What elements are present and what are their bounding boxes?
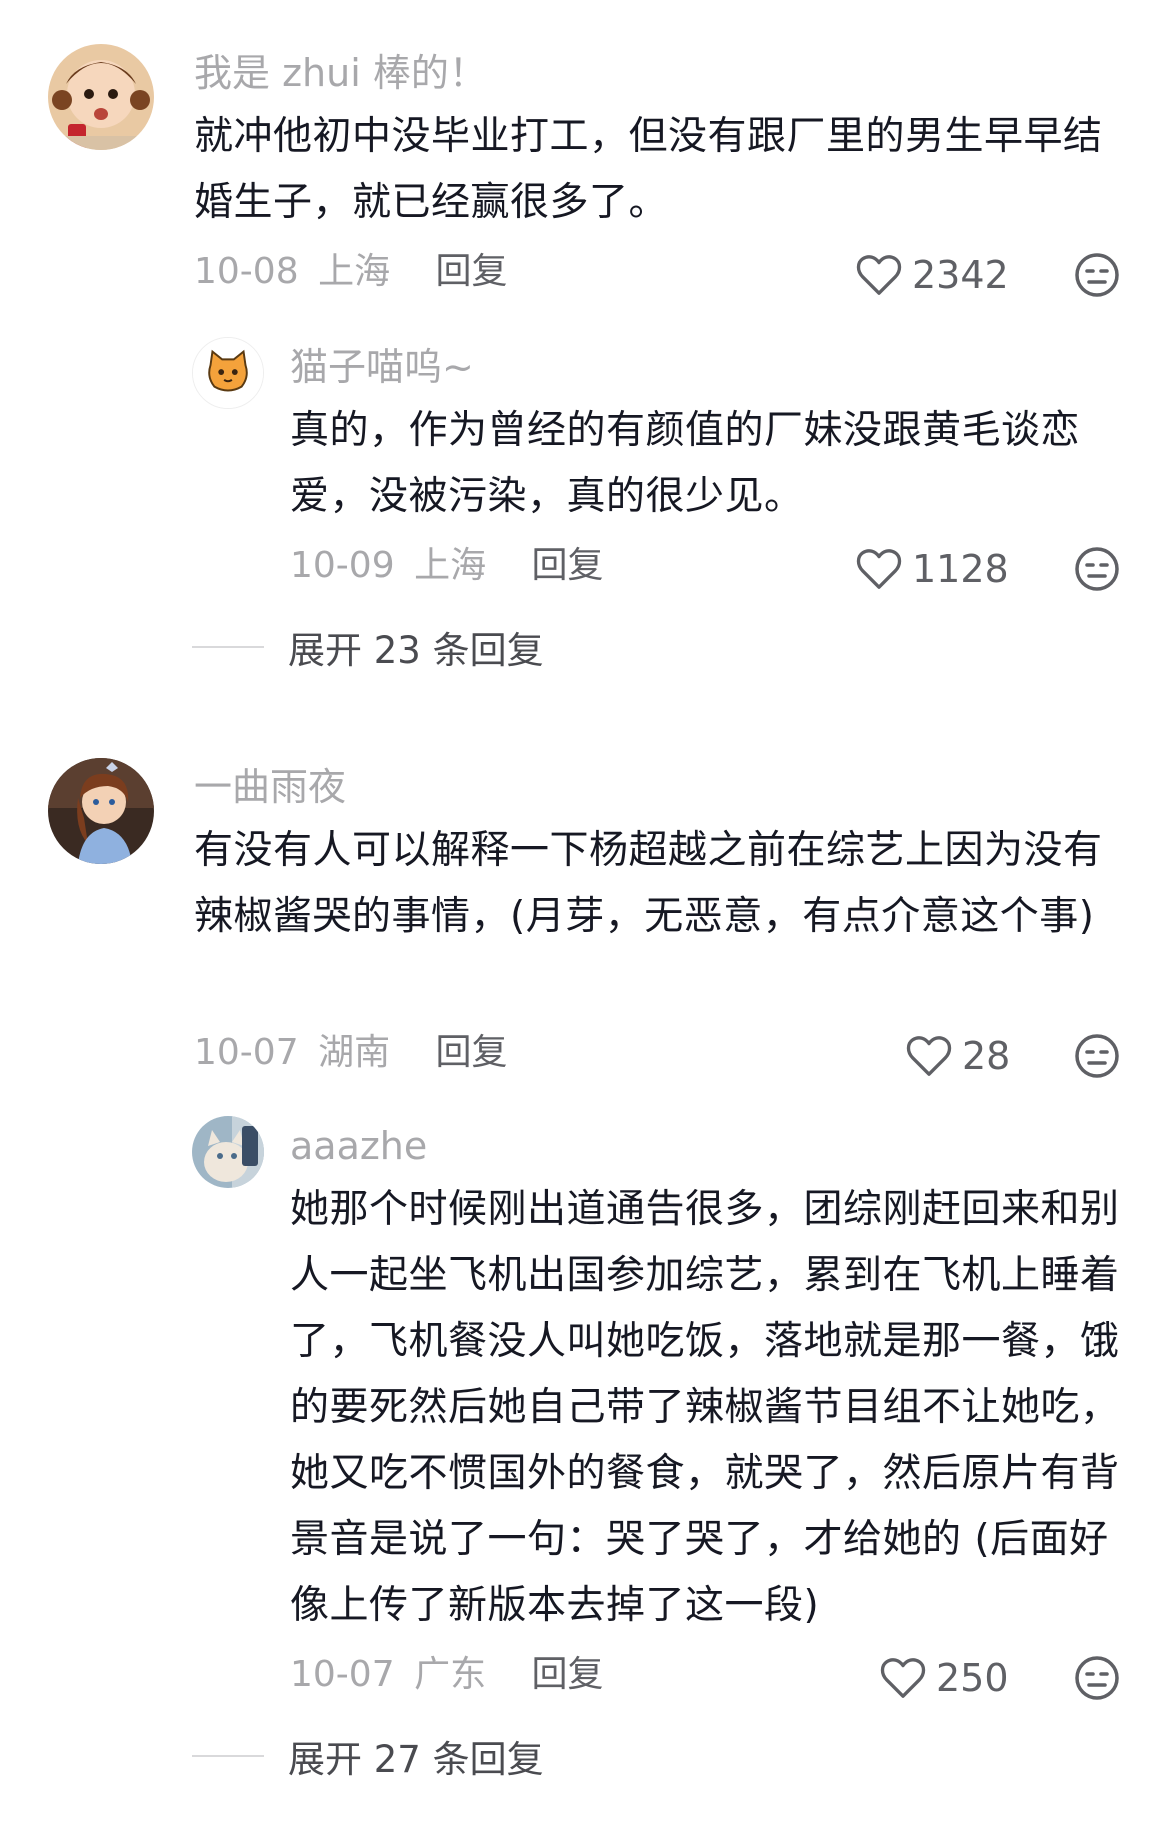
expand-replies-button[interactable]: 展开 27 条回复 bbox=[192, 1731, 544, 1781]
dislike-button[interactable] bbox=[1074, 1655, 1120, 1701]
reply-avatar[interactable] bbox=[192, 337, 264, 409]
like-button[interactable]: 28 bbox=[906, 1031, 1010, 1081]
like-button[interactable]: 250 bbox=[880, 1653, 1009, 1703]
reply-date: 10-09 bbox=[290, 545, 395, 586]
dislike-button[interactable] bbox=[1074, 252, 1120, 298]
reply-username[interactable]: 猫子喵呜~ bbox=[290, 342, 474, 392]
avatar[interactable] bbox=[48, 758, 154, 864]
expand-divider bbox=[192, 1755, 264, 1757]
heart-outline-icon bbox=[880, 1658, 926, 1698]
reply-button[interactable]: 回复 bbox=[436, 251, 508, 292]
like-button[interactable]: 2342 bbox=[856, 250, 1009, 300]
expand-replies-label: 展开 27 条回复 bbox=[288, 1738, 544, 1781]
meh-face-icon bbox=[1075, 1656, 1119, 1700]
reply-button[interactable]: 回复 bbox=[532, 1654, 604, 1695]
comment-location: 湖南 bbox=[318, 1032, 391, 1073]
reply-text: 真的，作为曾经的有颜值的厂妹没跟黄毛谈恋爱，没被污染，真的很少见。 bbox=[290, 408, 1081, 519]
like-count: 2342 bbox=[912, 253, 1009, 297]
comment-text: 就冲他初中没毕业打工，但没有跟厂里的男生早早结婚生子，就已经赢很多了。 bbox=[194, 114, 1103, 225]
meh-face-icon bbox=[1075, 1034, 1119, 1078]
comment-date: 10-07 bbox=[194, 1032, 299, 1073]
comment-location: 上海 bbox=[318, 251, 391, 292]
like-count: 1128 bbox=[912, 547, 1009, 591]
comment-meta: 10-07 湖南 回复 bbox=[194, 1028, 508, 1078]
like-count: 250 bbox=[936, 1656, 1009, 1700]
heart-outline-icon bbox=[906, 1036, 952, 1076]
heart-outline-icon bbox=[856, 549, 902, 589]
meh-face-icon bbox=[1075, 547, 1119, 591]
expand-replies-button[interactable]: 展开 23 条回复 bbox=[192, 622, 544, 672]
expand-divider bbox=[192, 646, 264, 648]
comment-text: 有没有人可以解释一下杨超越之前在综艺上因为没有辣椒酱哭的事情，(月芽，无恶意，有… bbox=[194, 828, 1103, 939]
dislike-button[interactable] bbox=[1074, 546, 1120, 592]
reply-location: 上海 bbox=[414, 545, 487, 586]
reply-meta: 10-07 广东 回复 bbox=[290, 1650, 604, 1700]
avatar[interactable] bbox=[48, 44, 154, 150]
like-button[interactable]: 1128 bbox=[856, 544, 1009, 594]
reply-button[interactable]: 回复 bbox=[532, 545, 604, 586]
meh-face-icon bbox=[1075, 253, 1119, 297]
comment-date: 10-08 bbox=[194, 251, 299, 292]
reply-date: 10-07 bbox=[290, 1654, 395, 1695]
reply-avatar[interactable] bbox=[192, 1116, 264, 1188]
comment-meta: 10-08 上海 回复 bbox=[194, 247, 508, 297]
comment-username[interactable]: 一曲雨夜 bbox=[194, 762, 346, 812]
reply-button[interactable]: 回复 bbox=[436, 1032, 508, 1073]
dislike-button[interactable] bbox=[1074, 1033, 1120, 1079]
like-count: 28 bbox=[962, 1034, 1011, 1078]
comment-username[interactable]: 我是 zhui 棒的！ bbox=[194, 48, 487, 98]
heart-outline-icon bbox=[856, 255, 902, 295]
reply-username[interactable]: aaazhe bbox=[290, 1121, 427, 1171]
expand-replies-label: 展开 23 条回复 bbox=[288, 629, 544, 672]
reply-location: 广东 bbox=[414, 1654, 487, 1695]
reply-text: 她那个时候刚出道通告很多，团综刚赶回来和别人一起坐飞机出国参加综艺，累到在飞机上… bbox=[290, 1187, 1120, 1628]
reply-meta: 10-09 上海 回复 bbox=[290, 541, 604, 591]
